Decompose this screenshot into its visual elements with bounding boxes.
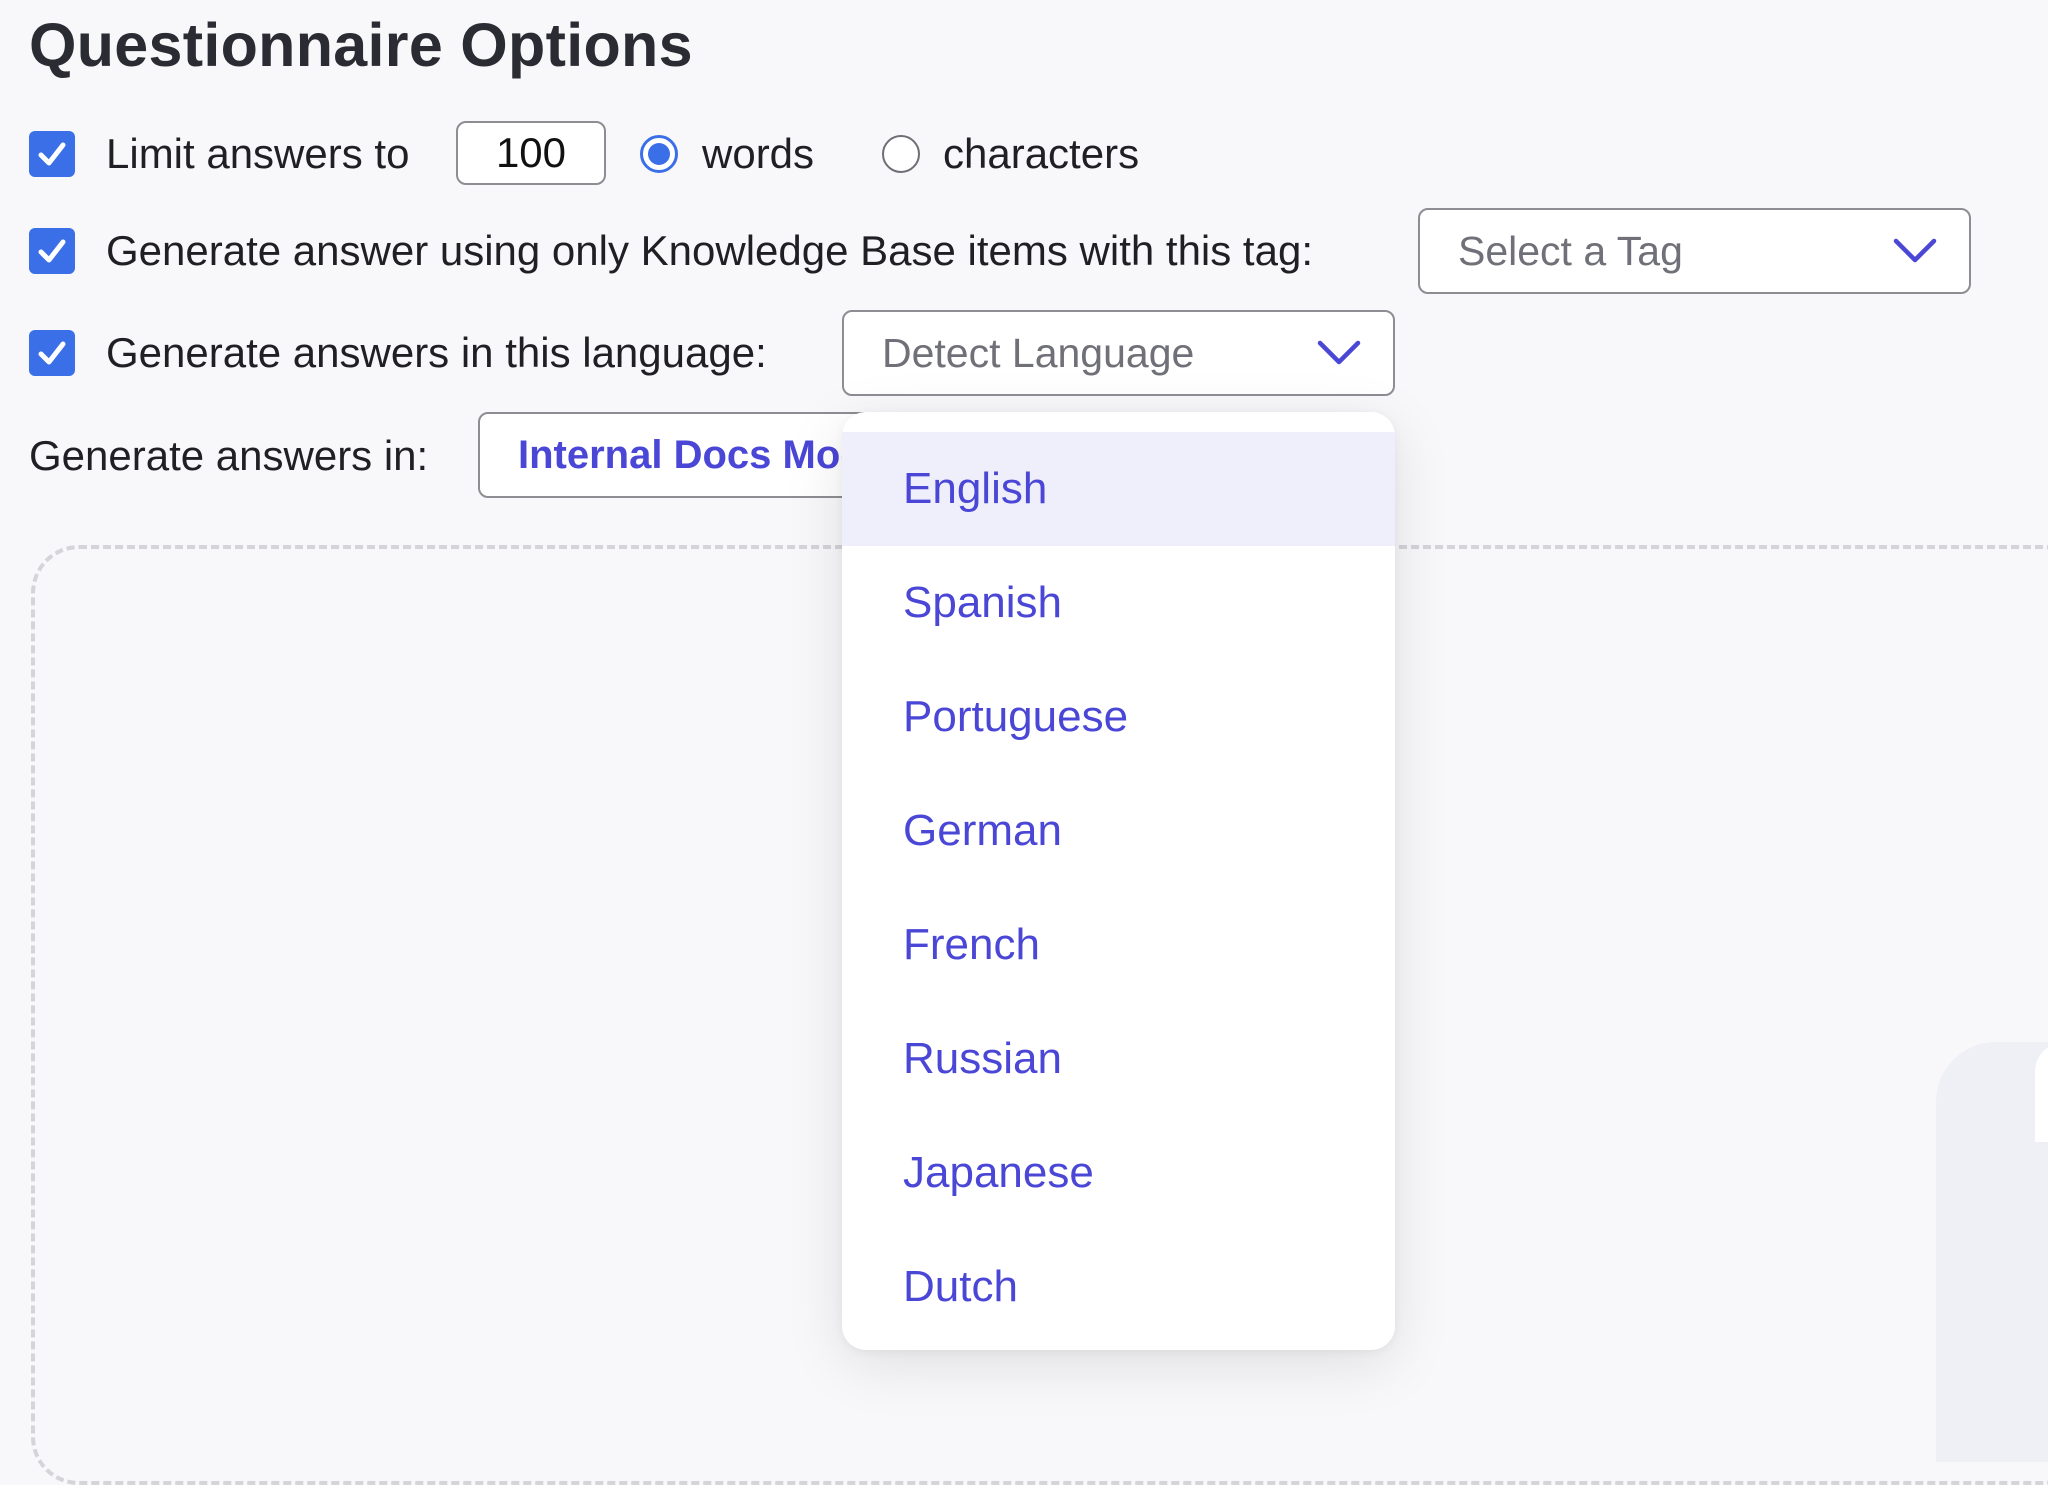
language-option-russian[interactable]: Russian <box>842 1002 1395 1116</box>
checkmark-icon <box>38 341 66 365</box>
page-title: Questionnaire Options <box>29 11 693 79</box>
characters-radio-label[interactable]: characters <box>943 133 1139 175</box>
language-option-japanese[interactable]: Japanese <box>842 1116 1395 1230</box>
language-option-dutch[interactable]: Dutch <box>842 1230 1395 1344</box>
tag-select[interactable]: Select a Tag <box>1418 208 1971 294</box>
tag-select-placeholder: Select a Tag <box>1458 227 1683 274</box>
language-checkbox[interactable] <box>29 330 75 376</box>
words-radio-label[interactable]: words <box>702 133 814 175</box>
checkmark-icon <box>38 239 66 263</box>
language-select[interactable]: Detect Language <box>842 310 1395 396</box>
checkmark-icon <box>38 142 66 166</box>
limit-value-input[interactable]: 100 <box>456 121 606 185</box>
tag-filter-checkbox[interactable] <box>29 228 75 274</box>
language-option-french[interactable]: French <box>842 888 1395 1002</box>
language-select-placeholder: Detect Language <box>882 329 1195 376</box>
side-panel <box>1936 1042 2048 1462</box>
limit-answers-checkbox[interactable] <box>29 131 75 177</box>
words-radio[interactable] <box>640 135 678 173</box>
mode-select-value: Internal Docs Mode <box>518 432 887 477</box>
language-option-portuguese[interactable]: Portuguese <box>842 660 1395 774</box>
mode-label: Generate answers in: <box>29 432 429 479</box>
language-option-spanish[interactable]: Spanish <box>842 546 1395 660</box>
chevron-down-icon <box>1317 340 1361 365</box>
limit-answers-label: Limit answers to <box>106 130 410 177</box>
characters-radio[interactable] <box>882 135 920 173</box>
language-option-german[interactable]: German <box>842 774 1395 888</box>
language-option-english[interactable]: English <box>842 432 1395 546</box>
tag-filter-label: Generate answer using only Knowledge Bas… <box>106 227 1313 274</box>
language-label: Generate answers in this language: <box>106 329 767 376</box>
language-dropdown-menu: English Spanish Portuguese German French… <box>842 412 1395 1350</box>
chevron-down-icon <box>1893 238 1937 263</box>
